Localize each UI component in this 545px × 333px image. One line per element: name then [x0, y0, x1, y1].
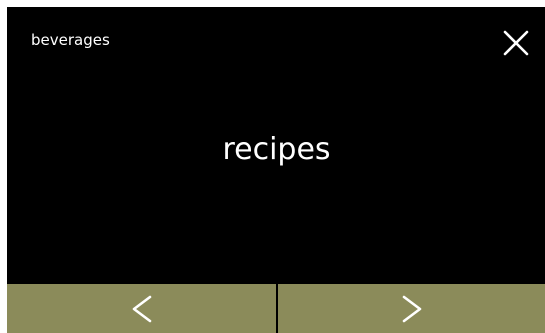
section-label: recipes	[222, 132, 331, 167]
close-button[interactable]	[500, 27, 532, 59]
next-button[interactable]	[278, 284, 545, 333]
screen: beverages recipes	[7, 7, 545, 333]
chevron-left-icon	[132, 295, 151, 322]
previous-button[interactable]	[7, 284, 276, 333]
navigation-bar	[7, 284, 545, 333]
chevron-right-icon	[402, 295, 422, 322]
close-icon	[503, 30, 529, 56]
page-title: beverages	[31, 31, 110, 49]
